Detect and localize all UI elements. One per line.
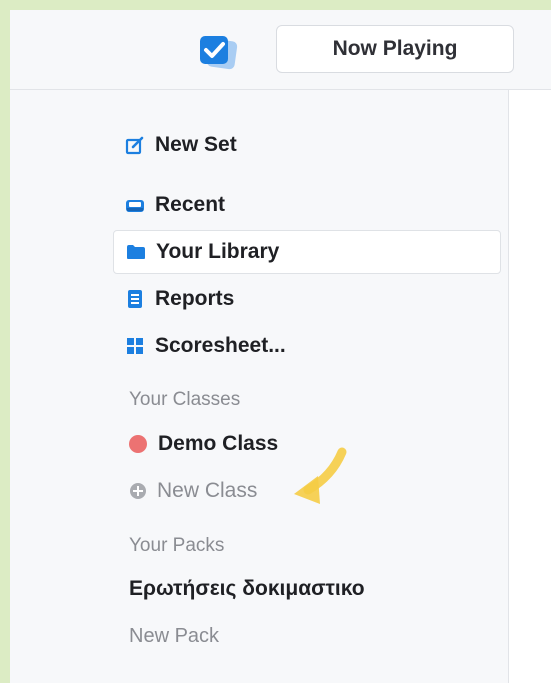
sidebar-item-your-library[interactable]: Your Library: [113, 230, 501, 274]
now-playing-button[interactable]: Now Playing: [276, 25, 514, 73]
edit-icon: [125, 135, 145, 155]
packs-heading: Your Packs: [129, 535, 225, 556]
sidebar-item-reports[interactable]: Reports: [113, 277, 501, 321]
folder-icon: [126, 242, 146, 262]
sidebar-item-recent[interactable]: Recent: [113, 183, 501, 227]
sidebar-item-label: New Set: [155, 133, 237, 156]
reports-icon: [125, 289, 145, 309]
sidebar: New Set Recent Your Library Reports Scor…: [10, 90, 509, 683]
app-window: Now Playing New Set Recent Your Library …: [10, 10, 551, 683]
sidebar-item-scoresheet[interactable]: Scoresheet...: [113, 324, 501, 368]
class-item-label: Demo Class: [158, 432, 279, 455]
sidebar-item-label: Reports: [155, 287, 235, 310]
top-bar: Now Playing: [10, 10, 551, 90]
sidebar-item-label: Your Library: [156, 240, 280, 263]
app-logo-icon[interactable]: [196, 32, 244, 72]
sidebar-item-label: Recent: [155, 193, 226, 216]
class-color-dot: [129, 435, 147, 453]
new-class-button[interactable]: New Class: [129, 476, 257, 506]
annotation-arrow-icon: [294, 447, 347, 504]
classes-heading: Your Classes: [129, 389, 241, 410]
grid-icon: [125, 336, 145, 356]
new-pack-button[interactable]: New Pack: [129, 625, 219, 648]
sidebar-item-new-set[interactable]: New Set: [113, 123, 501, 167]
new-class-label: New Class: [157, 479, 258, 502]
pack-item[interactable]: Ερωτήσεις δοκιμαστικο: [129, 577, 365, 601]
plus-circle-icon: [130, 483, 146, 499]
recent-icon: [125, 195, 145, 215]
class-item-demo-class[interactable]: Demo Class: [129, 429, 278, 459]
sidebar-item-label: Scoresheet...: [155, 334, 286, 357]
